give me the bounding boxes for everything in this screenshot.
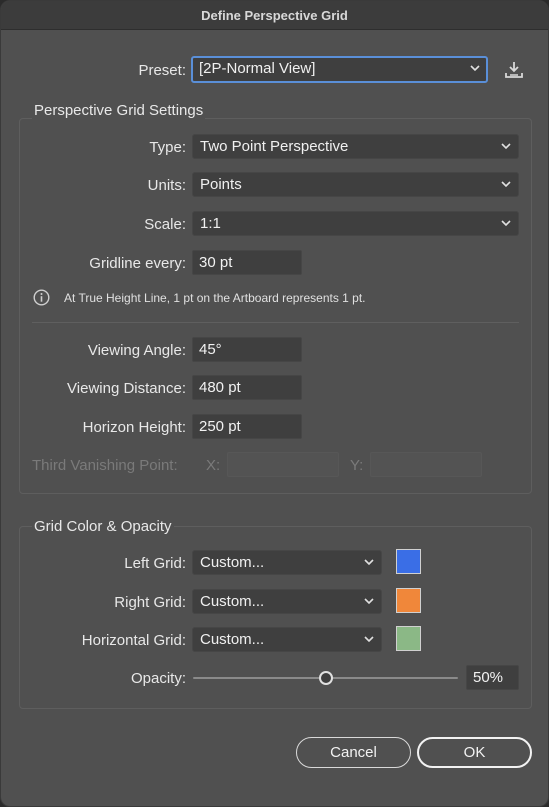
third-vp-x-input[interactable] (227, 452, 339, 477)
viewing-angle-input[interactable]: 45° (192, 337, 302, 362)
left-grid-value: Custom... (200, 554, 265, 571)
chevron-down-icon (364, 559, 374, 566)
chevron-down-icon (364, 598, 374, 605)
third-vanishing-point-label: Third Vanishing Point: (32, 457, 178, 474)
opacity-slider-thumb[interactable] (318, 671, 333, 685)
chevron-down-icon (470, 65, 480, 72)
opacity-input[interactable]: 50% (466, 665, 519, 690)
gridline-input[interactable]: 30 pt (192, 250, 302, 275)
preset-value: [2P-Normal View] (199, 60, 316, 77)
opacity-label: Opacity: (130, 670, 186, 687)
horizontal-grid-value: Custom... (200, 631, 265, 648)
preset-label: Preset: (138, 62, 186, 79)
horizontal-grid-label: Horizontal Grid: (81, 632, 186, 649)
horizon-height-input[interactable]: 250 pt (192, 414, 302, 439)
chevron-down-icon (501, 143, 511, 150)
cancel-button[interactable]: Cancel (296, 737, 411, 768)
horizontal-grid-color-swatch[interactable] (396, 626, 421, 651)
right-grid-select[interactable]: Custom... (192, 589, 382, 614)
info-icon (33, 289, 50, 306)
type-label: Type: (149, 139, 186, 156)
viewing-distance-label: Viewing Distance: (67, 380, 186, 397)
chevron-down-icon (501, 181, 511, 188)
right-grid-value: Custom... (200, 593, 265, 610)
x-label: X: (206, 457, 221, 474)
color-group-title: Grid Color & Opacity (32, 518, 174, 535)
left-grid-select[interactable]: Custom... (192, 550, 382, 575)
units-value: Points (200, 176, 242, 193)
y-label: Y: (350, 457, 364, 474)
right-grid-color-swatch[interactable] (396, 588, 421, 613)
horizontal-grid-select[interactable]: Custom... (192, 627, 382, 652)
type-value: Two Point Perspective (200, 138, 349, 155)
viewing-distance-input[interactable]: 480 pt (192, 375, 302, 400)
viewing-angle-label: Viewing Angle: (87, 342, 186, 359)
preset-select[interactable]: [2P-Normal View] (191, 56, 488, 83)
gridline-label: Gridline every: (89, 255, 186, 272)
horizon-height-label: Horizon Height: (82, 419, 186, 436)
units-select[interactable]: Points (192, 172, 519, 197)
ok-button[interactable]: OK (417, 737, 532, 768)
left-grid-label: Left Grid: (124, 555, 186, 572)
left-grid-color-swatch[interactable] (396, 549, 421, 574)
true-height-info-text: At True Height Line, 1 pt on the Artboar… (64, 291, 366, 305)
scale-label: Scale: (144, 216, 186, 233)
define-perspective-grid-dialog: Define Perspective Grid Preset: [2P-Norm… (0, 0, 549, 807)
settings-divider (32, 322, 519, 323)
save-preset-icon[interactable] (503, 59, 525, 81)
scale-value: 1:1 (200, 215, 221, 232)
settings-group-title: Perspective Grid Settings (32, 102, 206, 119)
units-label: Units: (147, 177, 186, 194)
right-grid-label: Right Grid: (114, 594, 186, 611)
chevron-down-icon (364, 636, 374, 643)
type-select[interactable]: Two Point Perspective (192, 134, 519, 159)
chevron-down-icon (501, 220, 511, 227)
third-vp-y-input[interactable] (370, 452, 482, 477)
scale-select[interactable]: 1:1 (192, 211, 519, 236)
dialog-title: Define Perspective Grid (1, 1, 548, 30)
